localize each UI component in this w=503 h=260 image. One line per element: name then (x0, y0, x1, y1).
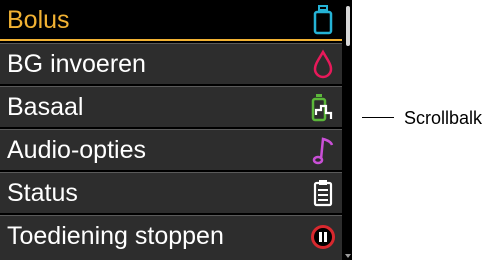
menu-item-label: Toediening stoppen (7, 222, 224, 250)
insulin-cartridge-icon (310, 4, 336, 36)
menu-item-status[interactable]: Status (0, 172, 342, 213)
menu-item-label: Audio-opties (7, 136, 146, 164)
menu-item-label: Basaal (7, 93, 84, 121)
music-note-icon (310, 134, 336, 166)
scrollbar-thumb[interactable] (346, 6, 350, 46)
scrollbar[interactable] (343, 0, 352, 260)
menu-item-label: Status (7, 179, 78, 207)
basal-rate-icon (310, 91, 336, 123)
scrollbar-callout-line (362, 117, 394, 118)
menu-item-toediening-stoppen[interactable]: Toediening stoppen (0, 215, 342, 260)
menu-item-label: Bolus (7, 6, 70, 34)
menu-item-basaal[interactable]: Basaal (0, 86, 342, 127)
menu-item-bolus[interactable]: Bolus (0, 0, 342, 41)
menu-item-label: BG invoeren (7, 50, 146, 78)
scrollbar-callout-label: Scrollbalk (404, 108, 483, 128)
scroll-down-arrow-icon (345, 254, 351, 258)
clipboard-icon (310, 177, 336, 209)
blood-drop-icon (310, 48, 336, 80)
menu-item-audio-opties[interactable]: Audio-opties (0, 129, 342, 170)
pump-menu-screen: Bolus BG invoeren Basaal Audio-opties St… (0, 0, 352, 260)
menu-item-bg-invoeren[interactable]: BG invoeren (0, 43, 342, 84)
stop-delivery-icon (310, 220, 336, 252)
